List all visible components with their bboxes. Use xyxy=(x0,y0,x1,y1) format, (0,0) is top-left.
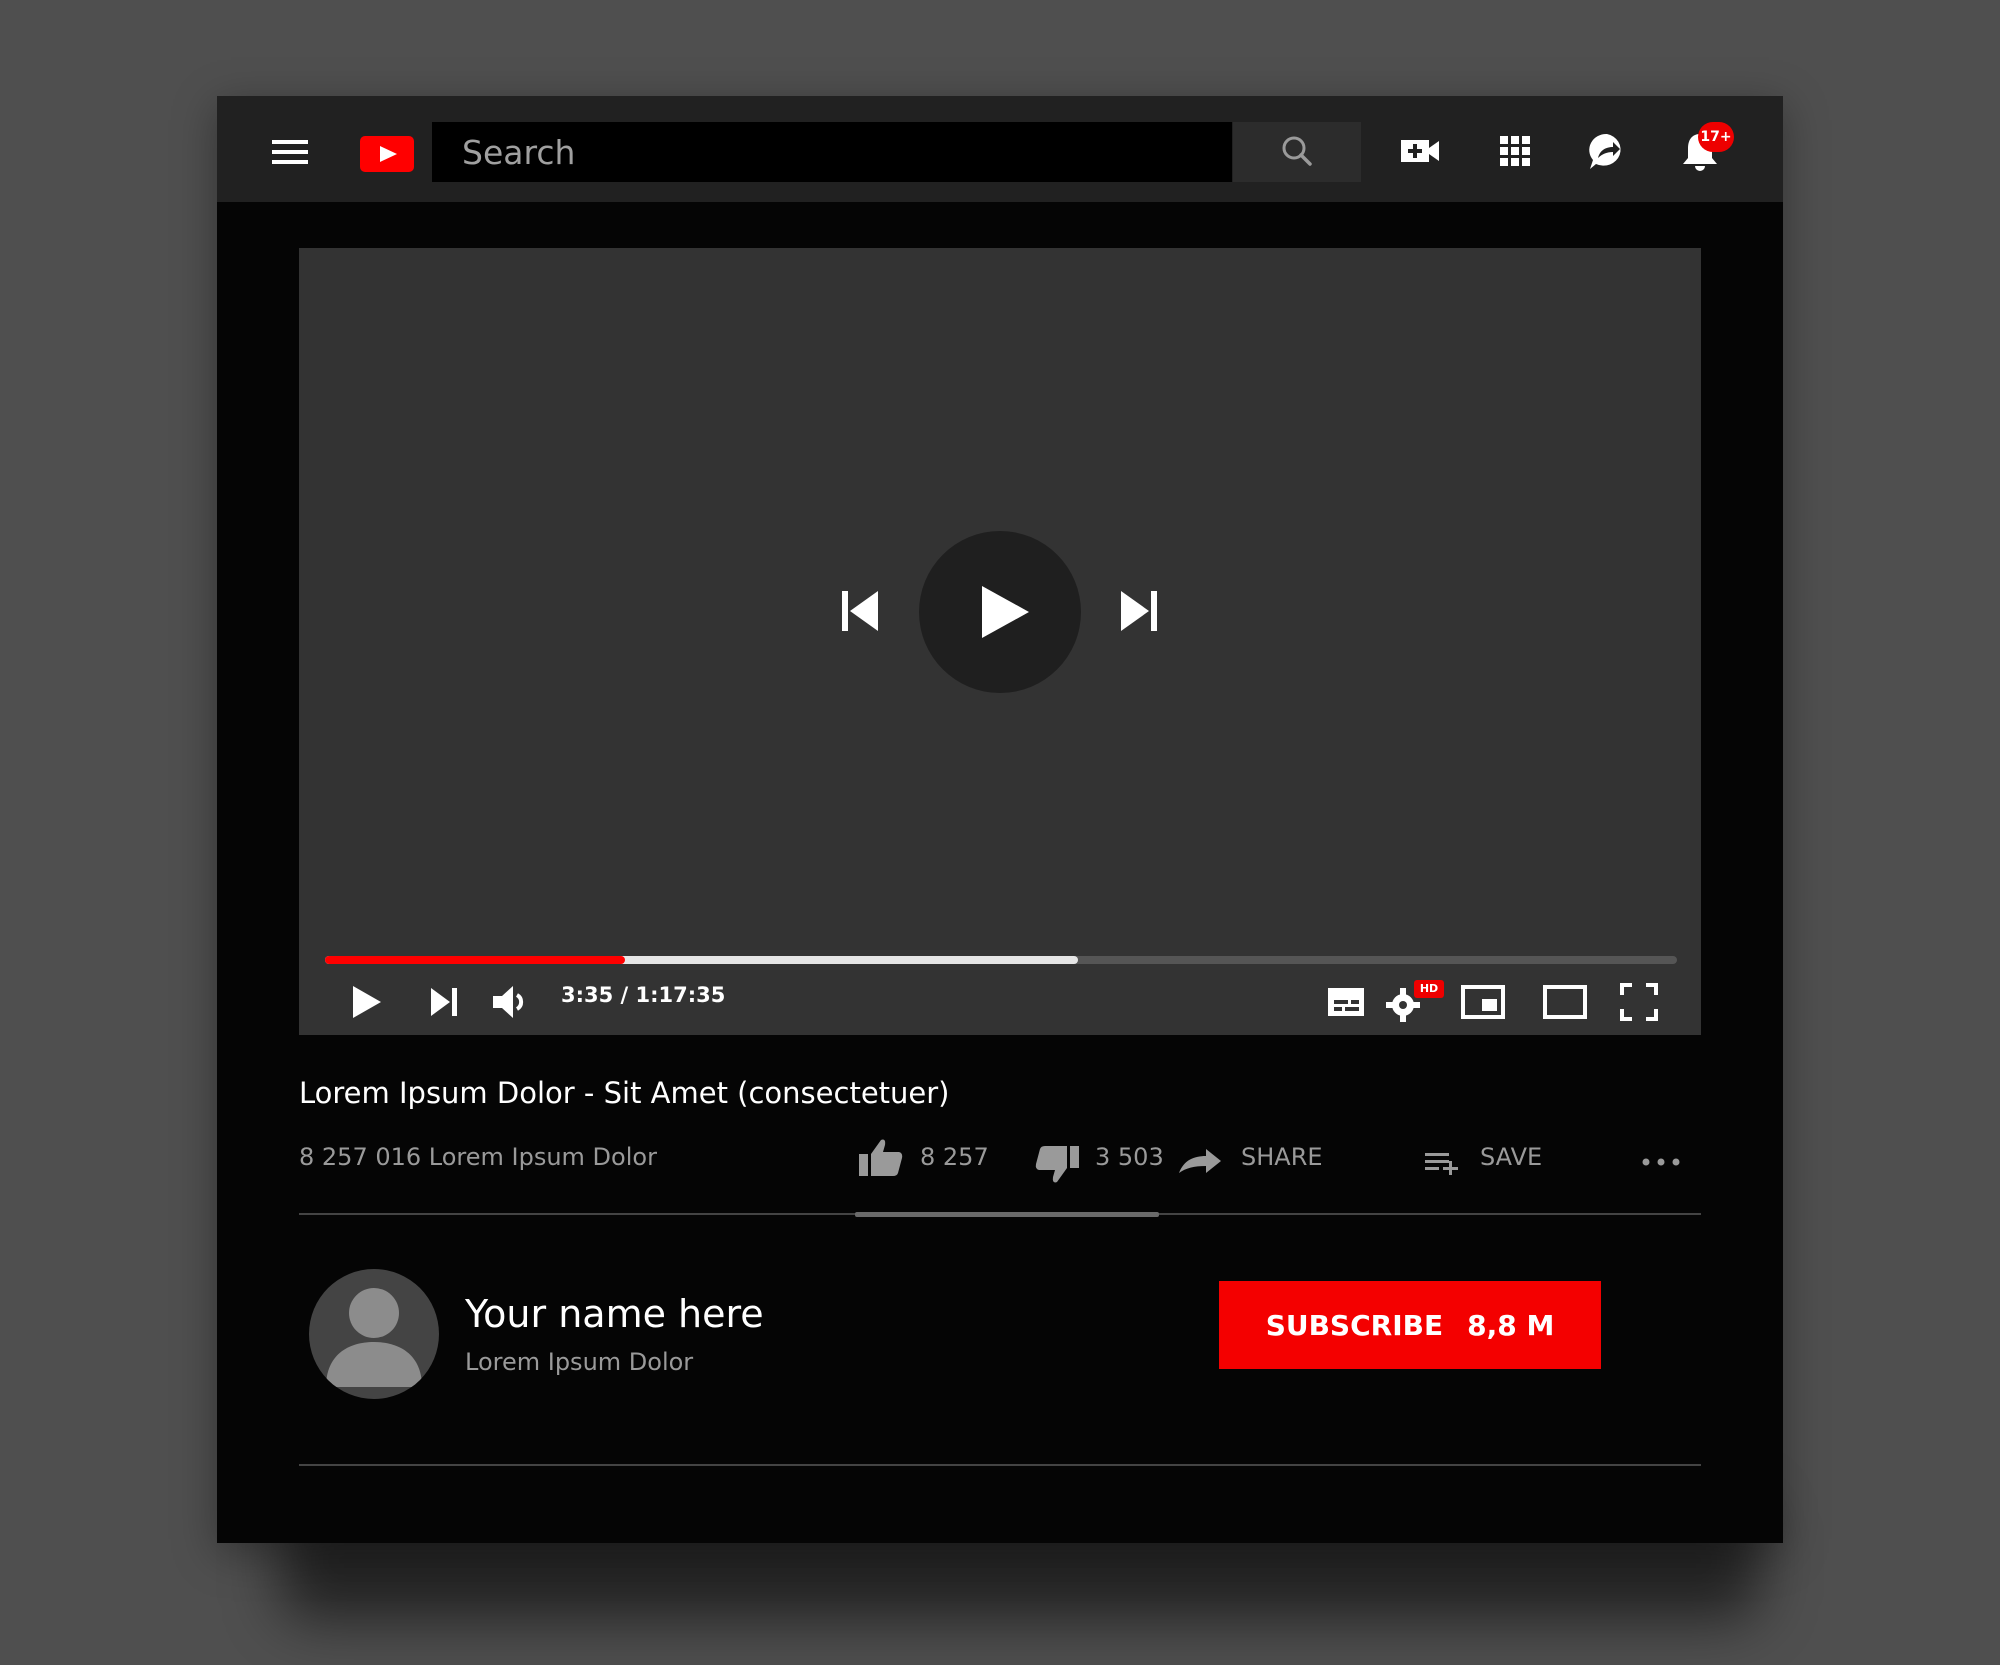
dislike-count: 3 503 xyxy=(1095,1143,1164,1171)
app-window: 17+ 3:35 xyxy=(217,96,1783,1543)
avatar[interactable] xyxy=(309,1269,439,1399)
video-camera-plus-icon xyxy=(1401,140,1439,162)
thumbs-up-icon[interactable] xyxy=(857,1136,905,1178)
fullscreen-icon[interactable] xyxy=(1619,982,1659,1022)
channel-subtitle: Lorem Ipsum Dolor xyxy=(465,1348,694,1376)
user-avatar-icon xyxy=(326,1288,422,1387)
subscribe-label: SUBSCRIBE xyxy=(1265,1308,1444,1342)
play-icon xyxy=(982,586,1029,638)
more-options-icon[interactable] xyxy=(1640,1156,1682,1168)
thumbs-down-icon[interactable] xyxy=(1033,1144,1081,1186)
video-title: Lorem Ipsum Dolor - Sit Amet (consectetu… xyxy=(299,1076,950,1110)
time-display: 3:35 / 1:17:35 xyxy=(561,983,726,1007)
search-icon xyxy=(1282,136,1312,166)
notification-badge: 17+ xyxy=(1698,122,1734,152)
save-label[interactable]: SAVE xyxy=(1480,1143,1542,1171)
messages-button[interactable] xyxy=(1582,126,1632,176)
center-play-button[interactable] xyxy=(919,531,1081,693)
channel-name[interactable]: Your name here xyxy=(465,1292,764,1336)
subscribe-button[interactable]: SUBSCRIBE 8,8 M xyxy=(1219,1281,1601,1369)
divider xyxy=(299,1464,1701,1466)
like-count: 8 257 xyxy=(920,1143,989,1171)
skip-next-icon[interactable] xyxy=(429,986,461,1018)
play-small-icon[interactable] xyxy=(349,984,385,1020)
subtitles-icon[interactable] xyxy=(1326,982,1366,1022)
search-button[interactable] xyxy=(1233,122,1361,182)
like-dislike-bar xyxy=(855,1212,1159,1217)
subscriber-count: 8,8 M xyxy=(1467,1308,1555,1342)
hd-badge: HD xyxy=(1414,980,1444,998)
miniplayer-icon[interactable] xyxy=(1460,982,1506,1022)
progress-bar[interactable] xyxy=(325,956,1677,964)
progress-played xyxy=(325,956,626,964)
share-arrow-icon[interactable] xyxy=(1176,1146,1224,1176)
previous-icon[interactable] xyxy=(836,586,884,636)
apps-button[interactable] xyxy=(1490,126,1540,176)
volume-icon[interactable] xyxy=(491,984,531,1020)
video-player[interactable]: 3:35 / 1:17:35 HD xyxy=(299,248,1701,1035)
youtube-logo[interactable] xyxy=(360,136,414,172)
menu-icon[interactable] xyxy=(272,140,308,164)
next-icon[interactable] xyxy=(1115,586,1163,636)
top-bar: 17+ xyxy=(217,96,1783,202)
search-input[interactable] xyxy=(432,122,1232,182)
playlist-add-icon[interactable] xyxy=(1423,1147,1463,1177)
apps-grid-icon xyxy=(1500,136,1530,166)
theater-mode-icon[interactable] xyxy=(1542,982,1588,1022)
create-video-button[interactable] xyxy=(1396,126,1446,176)
share-message-icon xyxy=(1589,133,1621,169)
view-count: 8 257 016 Lorem Ipsum Dolor xyxy=(299,1143,657,1171)
share-label[interactable]: SHARE xyxy=(1241,1143,1323,1171)
